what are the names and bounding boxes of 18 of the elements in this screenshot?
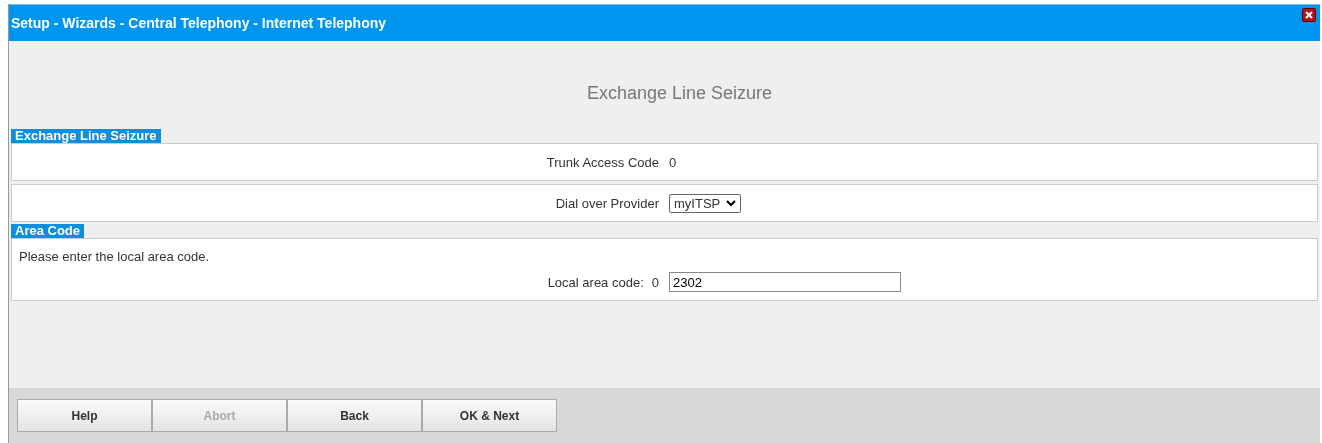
window-title: Setup - Wizards - Central Telephony - Internet Telephony — [11, 15, 387, 31]
footer-button[interactable]: Help — [17, 399, 152, 432]
close-icon — [1304, 10, 1314, 20]
section-title: Exchange Line Seizure — [11, 129, 161, 143]
prefix-text: 0 — [651, 274, 659, 290]
page-heading: Exchange Line Seizure — [585, 82, 774, 105]
section-description: Please enter the local area code. — [18, 248, 211, 264]
provider-dropdown[interactable]: myITSP — [669, 193, 742, 213]
area-code-field[interactable]: 2302 — [669, 272, 901, 292]
close-button[interactable] — [1302, 8, 1316, 22]
field-label: Trunk Access Code — [546, 154, 659, 170]
field-label: Local area code: — [547, 274, 644, 290]
section-title: Area Code — [11, 224, 85, 238]
footer-button[interactable]: OK & Next — [422, 399, 557, 432]
field-value: 0 — [669, 154, 677, 170]
chevron-icon — [726, 199, 737, 207]
field-label: Dial over Provider — [555, 195, 659, 211]
footer-button[interactable]: Back — [287, 399, 422, 432]
